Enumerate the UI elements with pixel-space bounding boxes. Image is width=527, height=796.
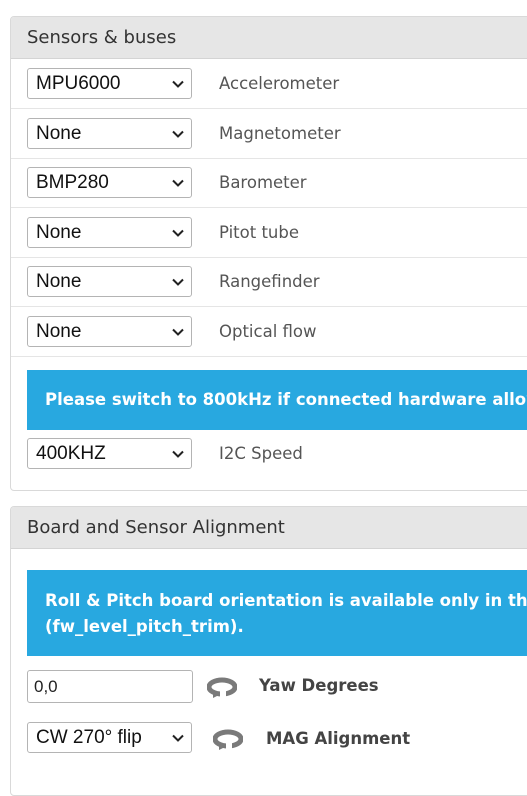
- pitot-select-value: None: [36, 221, 82, 243]
- barometer-select[interactable]: BMP280: [27, 167, 192, 198]
- opticalflow-select-value: None: [36, 320, 82, 342]
- mag-alignment-select[interactable]: CW 270° flip: [27, 722, 192, 753]
- mag-alignment-label: MAG Alignment: [266, 729, 411, 748]
- pitot-label: Pitot tube: [219, 223, 300, 242]
- chevron-down-icon: [172, 450, 184, 458]
- chevron-down-icon: [172, 80, 184, 88]
- pitot-select[interactable]: None: [27, 217, 192, 248]
- rotate-icon: [207, 677, 237, 698]
- accelerometer-select[interactable]: MPU6000: [27, 68, 192, 99]
- barometer-label: Barometer: [219, 173, 307, 192]
- opticalflow-select[interactable]: None: [27, 316, 192, 347]
- sensor-row-rangefinder: None Rangefinder: [11, 257, 527, 307]
- opticalflow-label: Optical flow: [219, 322, 317, 341]
- chevron-down-icon: [172, 130, 184, 138]
- chevron-down-icon: [172, 179, 184, 187]
- magnetometer-select[interactable]: None: [27, 118, 192, 149]
- sensor-row-magnetometer: None Magnetometer: [11, 109, 527, 159]
- accelerometer-label: Accelerometer: [219, 74, 340, 93]
- i2c-speed-select-value: 400KHZ: [36, 442, 106, 464]
- alignment-info-line2: (fw_level_pitch_trim).: [45, 617, 244, 636]
- magnetometer-label: Magnetometer: [219, 124, 341, 143]
- mag-alignment-select-value: CW 270° flip: [36, 726, 142, 748]
- sensor-row-pitot: None Pitot tube: [11, 208, 527, 258]
- sensor-row-accelerometer: MPU6000 Accelerometer: [11, 59, 527, 109]
- panel-title-alignment: Board and Sensor Alignment: [11, 507, 527, 549]
- chevron-down-icon: [172, 328, 184, 336]
- rangefinder-label: Rangefinder: [219, 272, 320, 291]
- board-alignment-panel: Board and Sensor Alignment Roll & Pitch …: [10, 506, 527, 796]
- magnetometer-select-value: None: [36, 122, 82, 144]
- chevron-down-icon: [172, 734, 184, 742]
- rangefinder-select-value: None: [36, 270, 82, 292]
- i2c-speed-select[interactable]: 400KHZ: [27, 438, 192, 469]
- yaw-degrees-input[interactable]: 0,0: [27, 670, 193, 703]
- rangefinder-select[interactable]: None: [27, 266, 192, 297]
- alignment-info-message: Roll & Pitch board orientation is availa…: [27, 570, 527, 656]
- barometer-select-value: BMP280: [36, 171, 109, 193]
- chevron-down-icon: [172, 278, 184, 286]
- alignment-info-line1: Roll & Pitch board orientation is availa…: [45, 591, 527, 610]
- sensor-row-opticalflow: None Optical flow: [11, 307, 527, 357]
- rotate-icon: [213, 729, 243, 750]
- i2c-info-message: Please switch to 800kHz if connected har…: [27, 370, 527, 430]
- yaw-degrees-label: Yaw Degrees: [259, 676, 379, 695]
- i2c-speed-row: 400KHZ I2C Speed: [11, 429, 527, 478]
- sensor-row-barometer: BMP280 Barometer: [11, 158, 527, 208]
- chevron-down-icon: [172, 229, 184, 237]
- sensors-buses-panel: Sensors & buses MPU6000 Accelerometer No…: [10, 16, 527, 491]
- accelerometer-select-value: MPU6000: [36, 72, 121, 94]
- panel-title-sensors: Sensors & buses: [11, 17, 527, 59]
- i2c-speed-label: I2C Speed: [219, 444, 303, 463]
